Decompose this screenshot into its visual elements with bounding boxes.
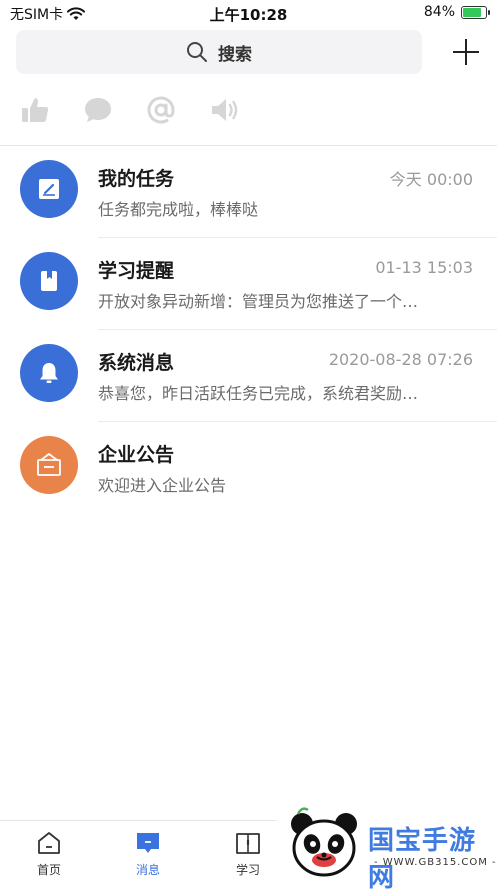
- thumbs-up-icon: [22, 98, 49, 122]
- panda-logo-icon: [291, 807, 357, 877]
- message-icon: [137, 833, 159, 853]
- status-right: 84%: [423, 4, 490, 20]
- list-item-system-messages[interactable]: 系统消息 2020-08-28 07:26 恭喜您，昨日活跃任务已完成，系统君奖…: [0, 330, 497, 422]
- add-icon[interactable]: [451, 37, 481, 67]
- at-sign-icon: [147, 96, 175, 124]
- list-item-my-tasks[interactable]: 我的任务 今天 00:00 任务都完成啦，棒棒哒: [0, 146, 497, 238]
- message-preview: 欢迎进入企业公告: [98, 476, 227, 495]
- watermark-subtitle: - WWW.GB315.COM -: [374, 857, 497, 868]
- battery-icon: [461, 5, 490, 19]
- avatar: [20, 344, 78, 402]
- watermark: 国宝手游网 - WWW.GB315.COM -: [276, 800, 497, 893]
- message-title: 我的任务: [98, 168, 175, 190]
- status-time: 上午10:28: [209, 6, 288, 24]
- speaker-icon: [212, 99, 238, 121]
- tab-label: 消息: [135, 863, 160, 877]
- book-icon: [41, 271, 57, 291]
- study-book-icon: [236, 833, 260, 854]
- chat-bubble-icon: [85, 98, 111, 122]
- search-row: 搜索: [0, 30, 497, 76]
- message-list: 我的任务 今天 00:00 任务都完成啦，棒棒哒 学习提醒 01-13 15:0…: [0, 146, 497, 514]
- list-item-company-announcements[interactable]: 企业公告 欢迎进入企业公告: [0, 422, 497, 514]
- message-preview: 任务都完成啦，棒棒哒: [98, 200, 259, 219]
- tab-label: 学习: [235, 863, 260, 877]
- status-bar: 无SIM卡 上午10:28 84%: [0, 0, 497, 26]
- tab-messages[interactable]: 消息: [118, 829, 178, 878]
- tab-study[interactable]: 学习: [218, 829, 278, 878]
- quick-action-likes[interactable]: [0, 90, 63, 130]
- message-preview: 开放对象异动新增：管理员为您推送了一个…: [98, 292, 419, 311]
- announcement-icon: [37, 453, 61, 476]
- message-title: 系统消息: [98, 352, 175, 374]
- search-label: 搜索: [218, 44, 252, 65]
- quick-action-notices[interactable]: [189, 90, 252, 130]
- message-time: 01-13 15:03: [375, 258, 473, 277]
- message-title: 企业公告: [98, 444, 175, 466]
- list-item-study-reminder[interactable]: 学习提醒 01-13 15:03 开放对象异动新增：管理员为您推送了一个…: [0, 238, 497, 330]
- search-bar[interactable]: 搜索: [16, 30, 422, 74]
- quick-actions: [0, 90, 497, 130]
- avatar: [20, 160, 78, 218]
- task-edit-icon: [39, 179, 59, 199]
- quick-action-mentions[interactable]: [126, 90, 189, 130]
- search-icon: [187, 42, 207, 62]
- battery-percent: 84%: [423, 4, 455, 20]
- message-time: 今天 00:00: [389, 170, 473, 189]
- tab-label: 首页: [36, 863, 61, 877]
- message-time: 2020-08-28 07:26: [328, 350, 473, 369]
- battery-fill: [463, 7, 482, 17]
- bell-icon: [40, 363, 58, 383]
- avatar: [20, 436, 78, 494]
- home-icon: [38, 832, 60, 854]
- tab-home[interactable]: 首页: [19, 829, 79, 878]
- message-title: 学习提醒: [98, 260, 175, 282]
- avatar: [20, 252, 78, 310]
- message-preview: 恭喜您，昨日活跃任务已完成，系统君奖励…: [98, 384, 419, 403]
- quick-action-comments[interactable]: [63, 90, 126, 130]
